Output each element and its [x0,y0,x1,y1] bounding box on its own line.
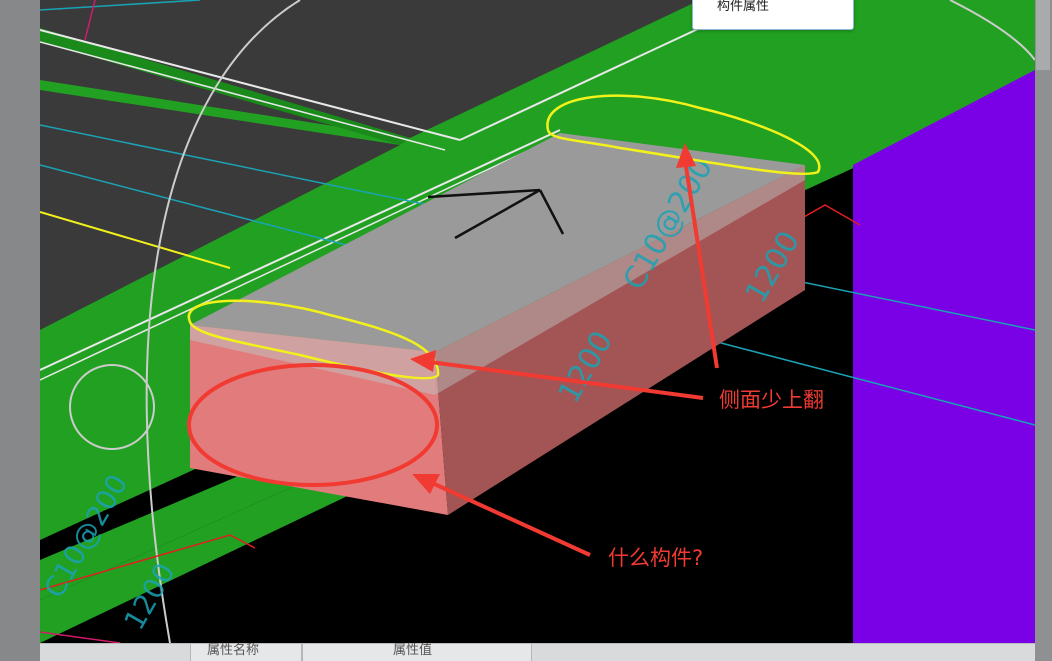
purple-wall [853,70,1035,643]
tooltip-text: 构件属性 [717,0,770,14]
annotation-side-missing-turnup: 侧面少上翻 [719,388,824,412]
property-name-column[interactable]: 属性名称 [190,643,302,661]
property-panel-header: 属性名称 属性值 [40,643,1035,661]
annotation-what-component: 什么构件? [608,546,704,570]
column-header-value: 属性值 [393,643,433,658]
app-window: C10@200 1200 1200 C10@200 1200 构件属性 侧面少上… [0,0,1052,661]
property-tooltip[interactable]: 构件属性 [692,0,854,30]
column-header-name: 属性名称 [207,643,260,658]
3d-viewport[interactable]: C10@200 1200 1200 C10@200 1200 [40,0,1035,643]
scrollbar-thumb[interactable] [1036,0,1050,70]
vertical-scrollbar[interactable] [1035,0,1052,661]
model-canvas[interactable]: C10@200 1200 1200 C10@200 1200 [40,0,1035,643]
property-value-column[interactable]: 属性值 [302,643,532,661]
left-gutter [0,0,40,661]
